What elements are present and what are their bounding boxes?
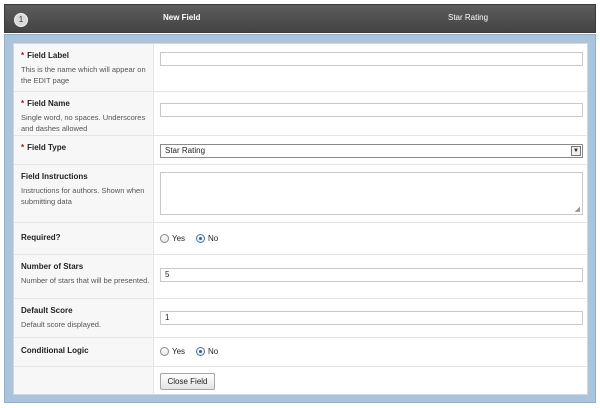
required-label: Required? [21, 233, 61, 242]
row-default-score: Default Score Default score displayed. 1 [14, 299, 587, 338]
field-settings-table: * Field Label This is the name which will… [13, 43, 588, 395]
row-conditional-logic: Conditional Logic Yes No [14, 338, 587, 367]
conditional-logic-yes-label: Yes [172, 347, 186, 356]
field-type-label: * Field Type [21, 143, 67, 152]
chevron-down-icon[interactable]: ▼ [571, 146, 581, 156]
field-header-type: Star Rating [448, 13, 489, 22]
field-settings-panel: * Field Label This is the name which will… [4, 34, 596, 403]
field-label-input[interactable] [160, 52, 583, 66]
row-actions: Close Field [14, 367, 587, 396]
row-field-type: * Field Type Star Rating ▼ [14, 136, 587, 165]
default-score-label: Default Score [21, 306, 73, 315]
field-name-label: * Field Name [21, 99, 70, 108]
resize-grip-icon[interactable]: ◢ [575, 205, 580, 213]
field-order-badge: 1 [14, 13, 28, 27]
row-field-label: * Field Label This is the name which will… [14, 44, 587, 92]
field-label-label: * Field Label [21, 51, 69, 60]
required-no-radio[interactable] [196, 234, 205, 243]
field-name-description: Single word, no spaces. Underscores and … [21, 113, 146, 133]
row-required: Required? Yes No [14, 223, 587, 255]
default-score-description: Default score displayed. [21, 320, 102, 329]
row-field-name: * Field Name Single word, no spaces. Unde… [14, 92, 587, 136]
field-type-select[interactable]: Star Rating ▼ [160, 144, 583, 158]
conditional-logic-no-radio[interactable] [196, 347, 205, 356]
required-no-label: No [208, 234, 219, 243]
close-field-button[interactable]: Close Field [160, 373, 215, 390]
field-instructions-label: Field Instructions [21, 172, 88, 181]
field-type-selected: Star Rating [165, 146, 206, 155]
field-instructions-description: Instructions for authors. Shown when sub… [21, 186, 145, 206]
conditional-logic-label: Conditional Logic [21, 346, 89, 355]
row-field-instructions: Field Instructions Instructions for auth… [14, 165, 587, 223]
field-instructions-textarea[interactable]: ◢ [160, 172, 583, 215]
required-marker: * [21, 143, 25, 152]
row-number-of-stars: Number of Stars Number of stars that wil… [14, 255, 587, 299]
default-score-input[interactable]: 1 [160, 311, 583, 325]
field-name-input[interactable] [160, 103, 583, 117]
required-yes-radio[interactable] [160, 234, 169, 243]
number-of-stars-description: Number of stars that will be presented. [21, 276, 150, 285]
number-of-stars-input[interactable]: 5 [160, 268, 583, 282]
field-header-label[interactable]: New Field [163, 13, 200, 22]
required-yes-label: Yes [172, 234, 186, 243]
field-header[interactable]: 1 New Field Star Rating [4, 4, 596, 33]
number-of-stars-label: Number of Stars [21, 262, 84, 271]
required-marker: * [21, 99, 25, 108]
conditional-logic-no-label: No [208, 347, 219, 356]
field-label-description: This is the name which will appear on th… [21, 65, 146, 85]
required-marker: * [21, 51, 25, 60]
conditional-logic-yes-radio[interactable] [160, 347, 169, 356]
